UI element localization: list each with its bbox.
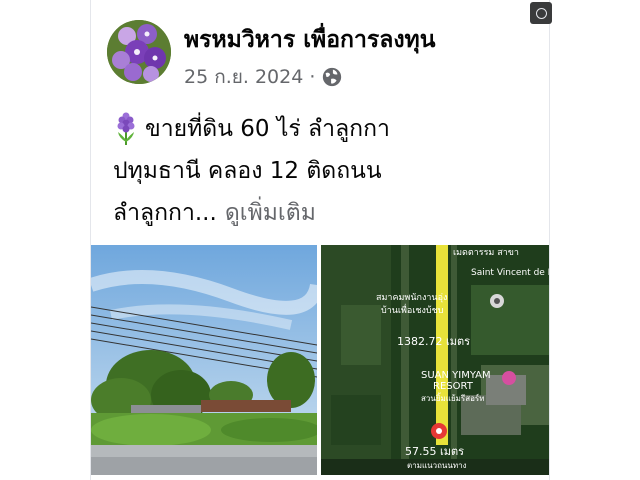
map-resort-label-3: สวนยิ้มแย้มรีสอร์ท [421,392,484,403]
post-body: ขายที่ดิน 60 ไร่ ลำลูกกา ปทุมธานี คลอง 1… [113,108,543,234]
see-more-link[interactable]: ดูเพิ่มเติม [225,192,316,234]
map-resort-label-2: RESORT [433,381,474,392]
map-label-assoc-1: สมาคมพนักงานอุ่ง [376,293,447,303]
post-text-line-3: ลำลูกกา... [113,200,217,226]
author-name[interactable]: พรหมวิหาร เพื่อการลงทุน [184,22,435,58]
meta-separator: · [309,66,316,88]
satellite-map-photo[interactable]: เมดตารรม สาขา Saint Vincent de Paul Foun… [321,245,550,475]
circle-icon [535,7,547,19]
land-photo[interactable] [91,245,317,475]
map-label-bottom: ตามแนวถนนทาง [407,461,467,470]
purple-flower-avatar-image [107,20,171,84]
post-date[interactable]: 25 ก.ย. 2024 [184,62,303,92]
map-measure-1: 1382.72 เมตร [397,335,470,348]
post-card: พรหมวิหาร เพื่อการลงทุน 25 ก.ย. 2024 · ข… [90,0,550,480]
map-label-foundation: Saint Vincent de Paul Foundation... [471,268,550,278]
post-text-line-2: ปทุมธานี คลอง 12 ติดถนน [113,158,382,184]
globe-icon[interactable] [321,66,343,88]
map-resort-label-1: SUAN YIMYAM [421,370,491,381]
corner-toggle-button[interactable] [530,2,552,24]
hyacinth-flower-icon [117,112,135,145]
post-meta: 25 ก.ย. 2024 · [184,62,343,92]
map-label-top: เมดตารรม สาขา [453,248,519,258]
satellite-map-image: เมดตารรม สาขา Saint Vincent de Paul Foun… [321,245,550,475]
map-measure-2: 57.55 เมตร [405,445,464,458]
author-avatar[interactable] [107,20,171,84]
post-text-line-1: ขายที่ดิน 60 ไร่ ลำลูกกา [145,116,390,142]
roadside-land-image [91,245,317,475]
